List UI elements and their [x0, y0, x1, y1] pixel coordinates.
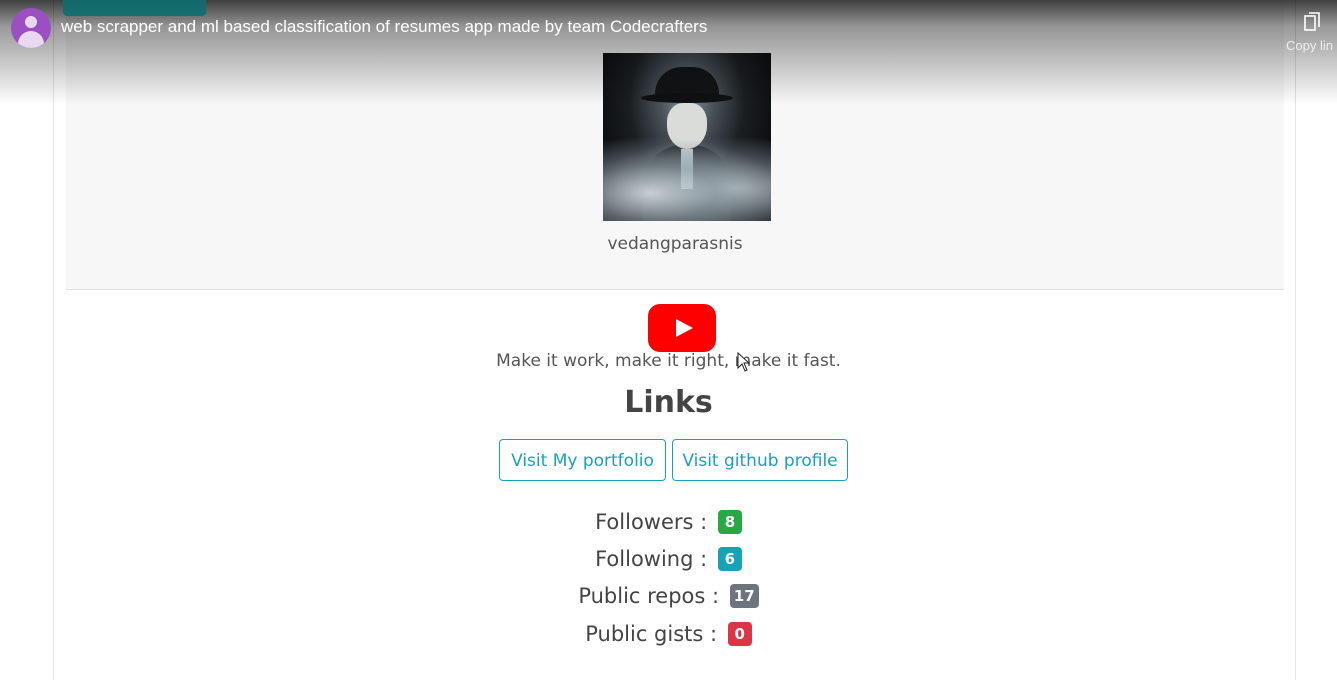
visit-portfolio-button[interactable]: Visit My portfolio [499, 439, 666, 481]
followers-label: Followers : [595, 510, 708, 534]
profile-username: vedangparasnis [607, 234, 743, 254]
play-button[interactable] [648, 304, 716, 352]
channel-avatar[interactable] [11, 8, 51, 48]
profile-bio: Make it work, make it right, make it fas… [496, 351, 841, 371]
links-heading: Links [624, 385, 713, 420]
play-icon [676, 319, 693, 337]
visit-github-button[interactable]: Visit github profile [672, 439, 848, 481]
video-title[interactable]: web scrapper and ml based classification… [61, 17, 707, 37]
public-gists-label: Public gists : [585, 622, 718, 646]
video-overlay-topbar: web scrapper and ml based classification… [0, 0, 1337, 105]
following-badge: 6 [717, 547, 742, 571]
public-repos-label: Public repos : [578, 584, 720, 608]
following-label: Following : [595, 547, 708, 571]
public-repos-badge: 17 [729, 584, 759, 608]
copy-link-label: Copy lin [1286, 38, 1333, 53]
public-gists-badge: 0 [727, 622, 752, 646]
followers-stat: Followers : 8 [0, 509, 1337, 534]
copy-icon [1304, 12, 1320, 31]
following-stat: Following : 6 [0, 546, 1337, 571]
public-repos-stat: Public repos : 17 [0, 583, 1337, 608]
public-gists-stat: Public gists : 0 [0, 621, 1337, 646]
mouse-cursor-icon [737, 352, 751, 372]
copy-link-button[interactable]: Copy lin [1284, 8, 1337, 58]
back-to-search-button[interactable] [63, 0, 206, 16]
followers-badge: 8 [717, 510, 742, 534]
